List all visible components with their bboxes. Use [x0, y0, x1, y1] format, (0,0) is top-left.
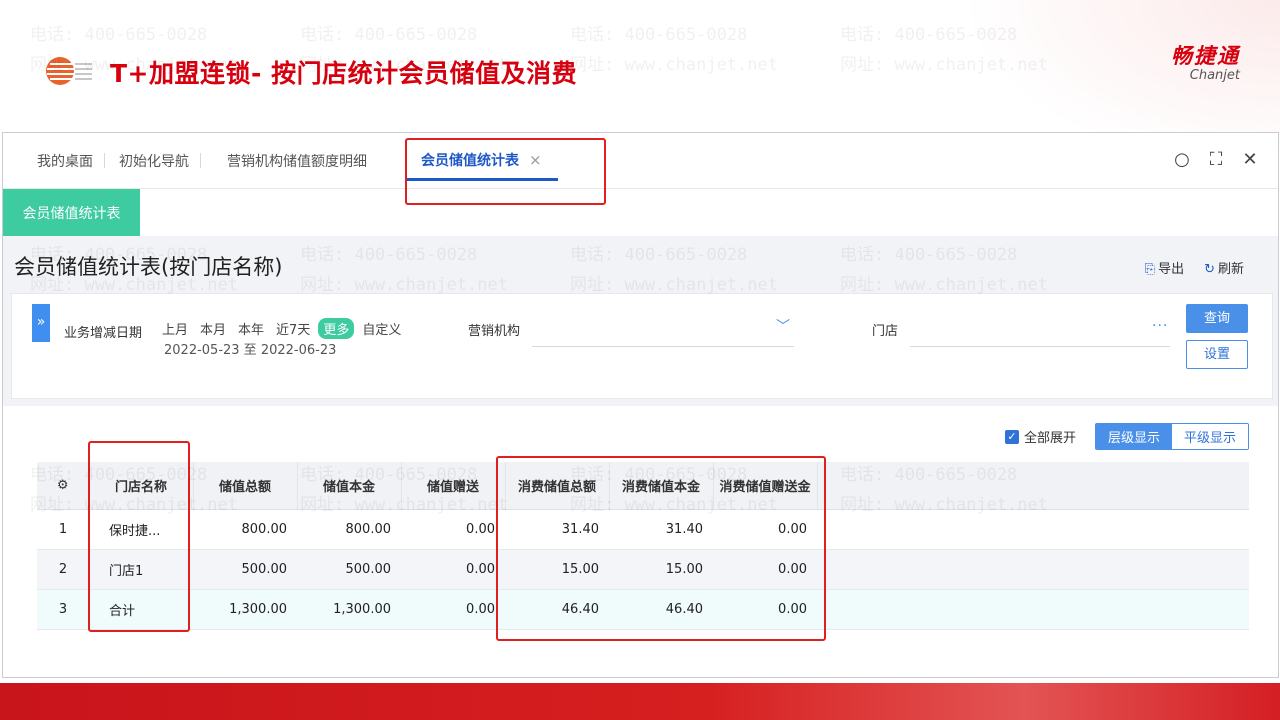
brand-name-cn: 畅捷通: [1171, 44, 1240, 68]
store-name-cell: 保时捷...: [89, 509, 193, 550]
col-stored-total[interactable]: 储值总额: [193, 462, 298, 510]
brand-name-en: Chanjet: [1189, 68, 1240, 83]
tab-my-desktop[interactable]: 我的桌面: [29, 151, 105, 171]
view-toggle: 层级显示 平级显示: [1095, 423, 1250, 450]
tab-member-stats[interactable]: 会员储值统计表 ×: [405, 150, 558, 181]
table-row[interactable]: 2 门店1 500.00 500.00 0.00 15.00 15.00 0.0…: [37, 549, 1249, 590]
stored-total-cell: 1,300.00: [193, 589, 297, 630]
col-spend-principal[interactable]: 消费储值本金: [609, 462, 714, 510]
window-controls: ○ ⛶ ✕: [1172, 149, 1260, 170]
row-filler: [817, 549, 1249, 590]
table-row[interactable]: 1 保时捷... 800.00 800.00 0.00 31.40 31.40 …: [37, 509, 1249, 550]
query-button[interactable]: 查询: [1186, 304, 1248, 333]
flat-view-button[interactable]: 平级显示: [1172, 424, 1249, 449]
date-option-this-year[interactable]: 本年: [234, 318, 268, 339]
spend-gift-cell: 0.00: [713, 589, 817, 630]
export-label: 导出: [1158, 262, 1185, 277]
tab-init-guide[interactable]: 初始化导航: [111, 151, 201, 171]
expand-filter-icon[interactable]: »: [32, 304, 50, 342]
tab-member-stats-label: 会员储值统计表: [421, 153, 519, 169]
row-filler: [817, 509, 1249, 550]
settings-button[interactable]: 设置: [1186, 340, 1248, 369]
stored-total-cell: 500.00: [193, 549, 297, 590]
date-option-custom[interactable]: 自定义: [358, 318, 405, 339]
stored-total-cell: 800.00: [193, 509, 297, 550]
search-icon[interactable]: ○: [1172, 149, 1192, 170]
date-option-last-month[interactable]: 上月: [158, 318, 192, 339]
watermark-site: 网址: www.chanjet.net: [570, 55, 778, 75]
footer-bar: [0, 683, 1280, 720]
export-icon: ⎘: [1144, 262, 1156, 277]
tab-bar: 我的桌面 初始化导航 营销机构储值额度明细 会员储值统计表 × ○ ⛶ ✕: [3, 133, 1278, 189]
watermark-phone: 电话: 400-665-0028: [300, 25, 478, 45]
date-options: 上月 本月 本年 近7天 更多 自定义: [158, 318, 405, 339]
col-stored-principal[interactable]: 储值本金: [297, 462, 402, 510]
date-filter-label: 业务增减日期: [64, 326, 143, 341]
tab-org-quota-detail[interactable]: 营销机构储值额度明细: [219, 151, 375, 171]
chevron-down-icon[interactable]: ﹀: [776, 316, 790, 336]
stored-principal-cell: 800.00: [297, 509, 401, 550]
stored-gift-cell: 0.00: [401, 509, 505, 550]
col-spend-total[interactable]: 消费储值总额: [505, 462, 610, 510]
col-store-name[interactable]: 门店名称: [89, 462, 194, 510]
globe-logo-icon: [46, 57, 92, 85]
more-options-icon[interactable]: ···: [1152, 318, 1168, 334]
table-total-row[interactable]: 3 合计 1,300.00 1,300.00 0.00 46.40 46.40 …: [37, 589, 1249, 630]
spend-total-cell: 46.40: [505, 589, 609, 630]
store-filter-label: 门店: [872, 324, 899, 339]
date-option-more[interactable]: 更多: [318, 318, 355, 339]
col-spend-gift[interactable]: 消费储值赠送金: [713, 462, 818, 510]
refresh-button[interactable]: ↻ 刷新: [1204, 258, 1244, 277]
spend-principal-cell: 15.00: [609, 549, 713, 590]
stats-table: ⚙ 门店名称 储值总额 储值本金 储值赠送 消费储值总额 消费储值本金 消费储值…: [37, 462, 1249, 630]
expand-all-checkbox[interactable]: ✓ 全部展开: [1005, 427, 1076, 446]
row-index: 2: [37, 549, 89, 590]
col-stored-gift[interactable]: 储值赠送: [401, 462, 506, 510]
store-name-cell: 门店1: [89, 549, 193, 590]
app-window: 我的桌面 初始化导航 营销机构储值额度明细 会员储值统计表 × ○ ⛶ ✕ 会员储…: [2, 132, 1279, 678]
total-label-cell: 合计: [89, 589, 193, 630]
stored-principal-cell: 1,300.00: [297, 589, 401, 630]
report-title: 会员储值统计表(按门店名称): [14, 255, 283, 279]
spend-principal-cell: 46.40: [609, 589, 713, 630]
export-button[interactable]: ⎘ 导出: [1145, 258, 1184, 277]
column-settings-icon[interactable]: ⚙: [37, 462, 90, 510]
report-toolbar: ⎘ 导出 ↻ 刷新: [1145, 258, 1244, 277]
close-tab-icon[interactable]: ×: [529, 151, 542, 169]
hierarchical-view-button[interactable]: 层级显示: [1096, 424, 1173, 449]
watermark-phone: 电话: 400-665-0028: [570, 25, 748, 45]
row-index: 3: [37, 589, 89, 630]
stored-principal-cell: 500.00: [297, 549, 401, 590]
spend-gift-cell: 0.00: [713, 549, 817, 590]
watermark-phone: 电话: 400-665-0028: [30, 25, 208, 45]
org-filter-label: 营销机构: [468, 324, 521, 339]
maximize-icon[interactable]: ⛶: [1206, 149, 1226, 170]
row-filler: [817, 589, 1249, 630]
store-select[interactable]: [910, 346, 1170, 347]
date-option-this-month[interactable]: 本月: [196, 318, 230, 339]
slide-title: T+加盟连锁- 按门店统计会员储值及消费: [110, 59, 578, 88]
expand-all-label: 全部展开: [1024, 431, 1077, 446]
row-index: 1: [37, 509, 89, 550]
stored-gift-cell: 0.00: [401, 589, 505, 630]
table-header-row: ⚙ 门店名称 储值总额 储值本金 储值赠送 消费储值总额 消费储值本金 消费储值…: [37, 462, 1249, 510]
spend-total-cell: 15.00: [505, 549, 609, 590]
stored-gift-cell: 0.00: [401, 549, 505, 590]
close-window-icon[interactable]: ✕: [1240, 149, 1260, 170]
spend-total-cell: 31.40: [505, 509, 609, 550]
refresh-icon: ↻: [1204, 262, 1215, 277]
brand-logo: 畅捷通 Chanjet: [1171, 40, 1240, 83]
checkbox-checked-icon: ✓: [1005, 429, 1019, 444]
spend-principal-cell: 31.40: [609, 509, 713, 550]
refresh-label: 刷新: [1217, 262, 1244, 277]
date-range: 2022-05-23 至 2022-06-23: [164, 343, 337, 358]
module-button[interactable]: 会员储值统计表: [3, 189, 140, 236]
spend-gift-cell: 0.00: [713, 509, 817, 550]
date-option-7days[interactable]: 近7天: [272, 318, 314, 339]
filter-panel: » 业务增减日期 上月 本月 本年 近7天 更多 自定义 2022-05-23 …: [11, 293, 1273, 399]
org-select[interactable]: [532, 346, 794, 347]
header-filler: [817, 462, 1249, 510]
